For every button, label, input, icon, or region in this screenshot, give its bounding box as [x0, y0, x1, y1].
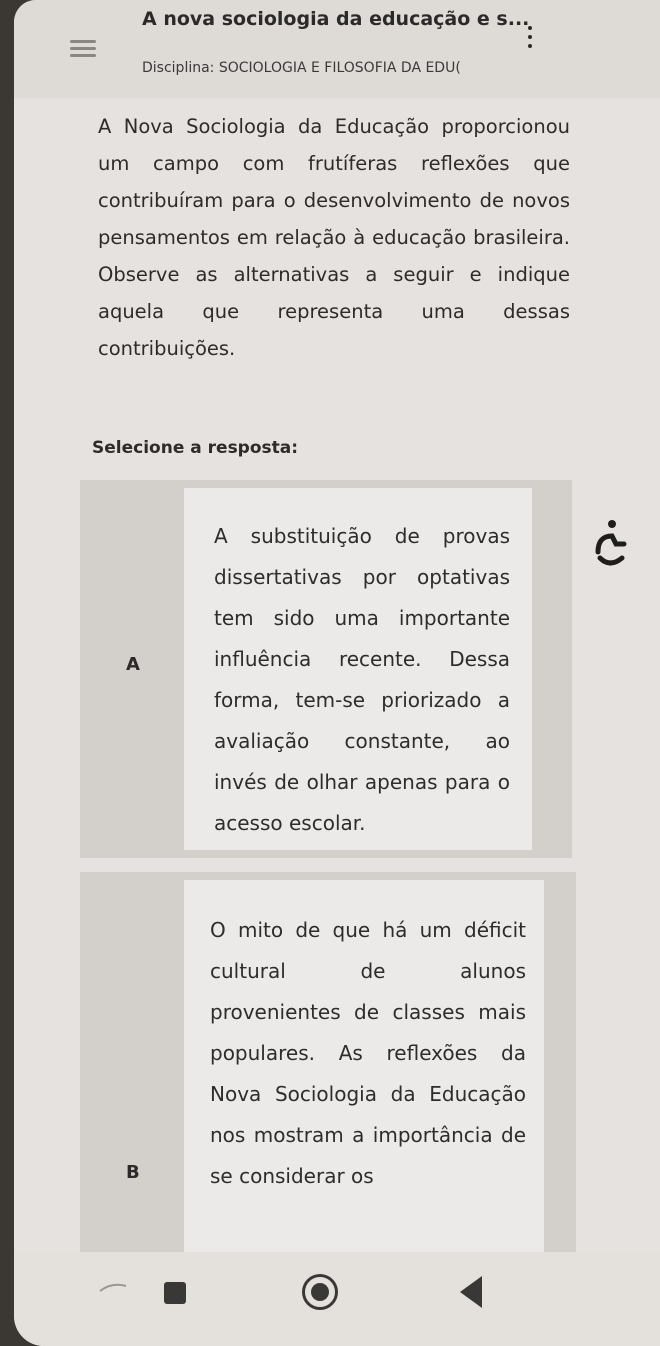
question-text: A Nova Sociologia da Educação proporcion…: [98, 115, 570, 360]
hamburger-menu-icon[interactable]: [70, 40, 96, 58]
gesture-hint-icon: [99, 1283, 127, 1292]
discipline-subtitle: Disciplina: SOCIOLOGIA E FILOSOFIA DA ED…: [142, 60, 461, 76]
back-icon[interactable]: [460, 1276, 482, 1308]
option-text: A substituição de provas dissertativas p…: [184, 488, 532, 850]
answer-option-b[interactable]: B O mito de que há um déficit cultural d…: [80, 872, 576, 1260]
page-title: A nova sociologia da educação e s...: [142, 8, 530, 30]
select-answer-label: Selecione a resposta:: [92, 438, 299, 458]
app-screen: A nova sociologia da educação e s... Dis…: [14, 0, 660, 1346]
answer-option-a[interactable]: A A substituição de provas dissertativas…: [80, 480, 572, 858]
recent-apps-icon[interactable]: [164, 1282, 186, 1304]
option-text: O mito de que há um déficit cultural de …: [184, 880, 544, 1260]
option-letter: B: [126, 1162, 140, 1183]
home-icon[interactable]: [302, 1274, 338, 1310]
app-header: A nova sociologia da educação e s... Dis…: [14, 0, 660, 98]
option-letter: A: [126, 654, 140, 675]
more-vert-icon[interactable]: [526, 26, 534, 62]
accessibility-icon[interactable]: [590, 518, 630, 570]
system-navigation-bar: [14, 1252, 660, 1346]
